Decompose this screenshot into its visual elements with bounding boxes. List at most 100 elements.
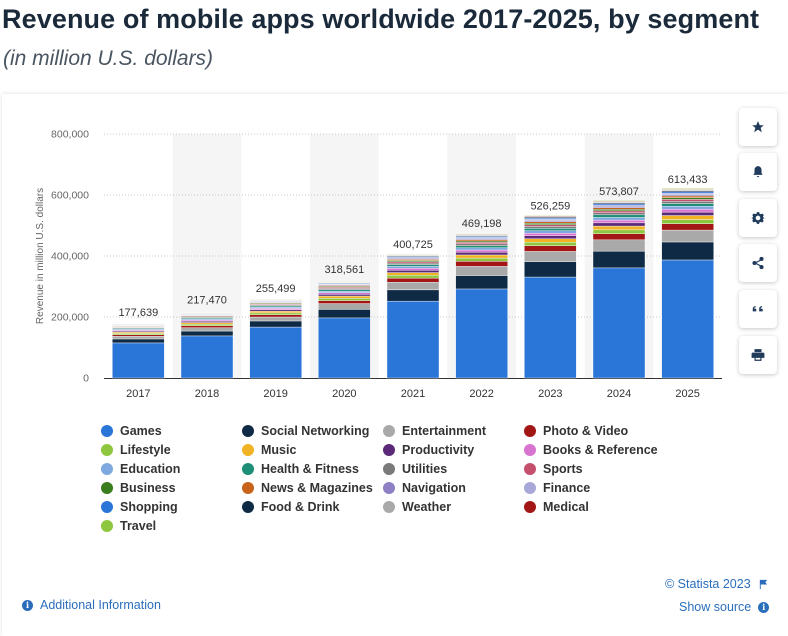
- legend-item[interactable]: Education: [101, 462, 180, 476]
- legend-item[interactable]: Navigation: [383, 481, 466, 495]
- bar-segment: [455, 275, 508, 290]
- legend-swatch: [524, 501, 536, 513]
- total-label: 177,639: [118, 307, 158, 319]
- legend-label: Shopping: [120, 500, 178, 514]
- total-label: 526,259: [530, 200, 570, 212]
- legend-swatch: [101, 463, 113, 475]
- gear-icon: [751, 212, 765, 224]
- print-button[interactable]: [739, 336, 777, 374]
- legend-swatch: [242, 501, 254, 513]
- favorite-button[interactable]: [739, 108, 777, 146]
- bar-segment: [455, 257, 508, 262]
- y-tick-label: 0: [83, 373, 89, 385]
- bar-segment: [318, 292, 371, 295]
- share-icon: [752, 256, 764, 270]
- legend-label: Travel: [120, 519, 157, 533]
- statista-copyright-link[interactable]: © Statista 2023: [665, 577, 769, 591]
- legend-swatch: [101, 425, 113, 437]
- legend-item[interactable]: Books & Reference: [524, 443, 658, 457]
- legend-item[interactable]: Food & Drink: [242, 500, 339, 514]
- bar-segment: [524, 230, 577, 234]
- bar-segment: [524, 261, 577, 278]
- bar-segment: [249, 316, 302, 322]
- bar-segment: [386, 300, 440, 379]
- bar-segment: [524, 215, 577, 217]
- legend-item[interactable]: Photo & Video: [524, 424, 628, 438]
- quote-icon: [752, 306, 763, 312]
- bar-segment: [455, 249, 508, 253]
- flag-icon: [759, 579, 767, 589]
- bar-segment: [661, 241, 714, 261]
- legend-item[interactable]: Entertainment: [383, 424, 486, 438]
- y-axis-label: Revenue in million U.S. dollars: [35, 188, 46, 324]
- legend-item[interactable]: Health & Fitness: [242, 462, 359, 476]
- bar-segment: [592, 217, 646, 221]
- bar-segment: [455, 243, 508, 246]
- legend-swatch: [524, 425, 536, 437]
- legend-swatch: [524, 482, 536, 494]
- legend-swatch: [101, 501, 113, 513]
- bar-stack: [455, 233, 508, 379]
- bar-segment: [592, 200, 646, 202]
- bar-segment: [386, 277, 440, 283]
- bar-segment: [318, 290, 371, 293]
- legend-item[interactable]: Sports: [524, 462, 583, 476]
- bar-segment: [180, 325, 234, 328]
- bar-segment: [661, 229, 714, 243]
- legend-item[interactable]: Shopping: [101, 500, 178, 514]
- bar-segment: [112, 342, 165, 379]
- bar-segment: [592, 210, 646, 213]
- legend-item[interactable]: Weather: [383, 500, 451, 514]
- legend-item[interactable]: Travel: [101, 519, 156, 533]
- bar-segment: [592, 233, 646, 241]
- legend-item[interactable]: Business: [101, 481, 176, 495]
- bar-segment: [180, 335, 234, 379]
- bar-segment: [661, 199, 714, 202]
- bar-segment: [524, 245, 577, 252]
- legend-label: Finance: [543, 481, 591, 495]
- show-source-label: Show source: [679, 600, 752, 614]
- legend-label: Photo & Video: [543, 424, 629, 438]
- bar-segment: [661, 215, 714, 220]
- legend-item[interactable]: Lifestyle: [101, 443, 171, 457]
- bar-segment: [592, 229, 646, 234]
- legend-label: Utilities: [402, 462, 448, 476]
- legend-item[interactable]: Music: [242, 443, 296, 457]
- y-tick-label: 800,000: [51, 129, 89, 141]
- bar-stack: [112, 323, 165, 379]
- legend-label: Medical: [543, 500, 589, 514]
- legend-item[interactable]: Medical: [524, 500, 589, 514]
- bar-segment: [112, 338, 165, 344]
- y-tick-label: 200,000: [51, 312, 89, 324]
- bar-stack: [661, 188, 714, 379]
- legend-item[interactable]: Productivity: [383, 443, 474, 457]
- settings-button[interactable]: [739, 199, 777, 237]
- additional-information-link[interactable]: i Additional Information: [22, 598, 161, 612]
- printer-icon: [751, 349, 765, 361]
- bar-segment: [386, 272, 440, 276]
- y-tick-label: 400,000: [51, 251, 89, 263]
- bar-segment: [661, 203, 714, 207]
- bar-segment: [386, 264, 440, 267]
- bar-segment: [661, 208, 714, 213]
- notification-button[interactable]: [739, 153, 777, 191]
- bar-segment: [661, 223, 714, 231]
- legend-swatch: [242, 444, 254, 456]
- legend-item[interactable]: Games: [101, 424, 162, 438]
- legend-swatch: [383, 482, 395, 494]
- share-button[interactable]: [739, 244, 777, 282]
- bar-stack: [249, 299, 302, 379]
- legend-item[interactable]: Utilities: [383, 462, 447, 476]
- cite-button[interactable]: [739, 290, 777, 328]
- show-source-link[interactable]: Show source i: [679, 600, 770, 614]
- legend-item[interactable]: Finance: [524, 481, 590, 495]
- legend-swatch: [383, 501, 395, 513]
- star-icon: [752, 121, 764, 133]
- bar-segment: [455, 252, 508, 256]
- bar-segment: [524, 242, 577, 246]
- bell-icon: [753, 166, 763, 178]
- legend-item[interactable]: News & Magazines: [242, 481, 373, 495]
- legend-label: Music: [261, 443, 297, 457]
- bar-stack: [180, 312, 234, 379]
- legend-item[interactable]: Social Networking: [242, 424, 369, 438]
